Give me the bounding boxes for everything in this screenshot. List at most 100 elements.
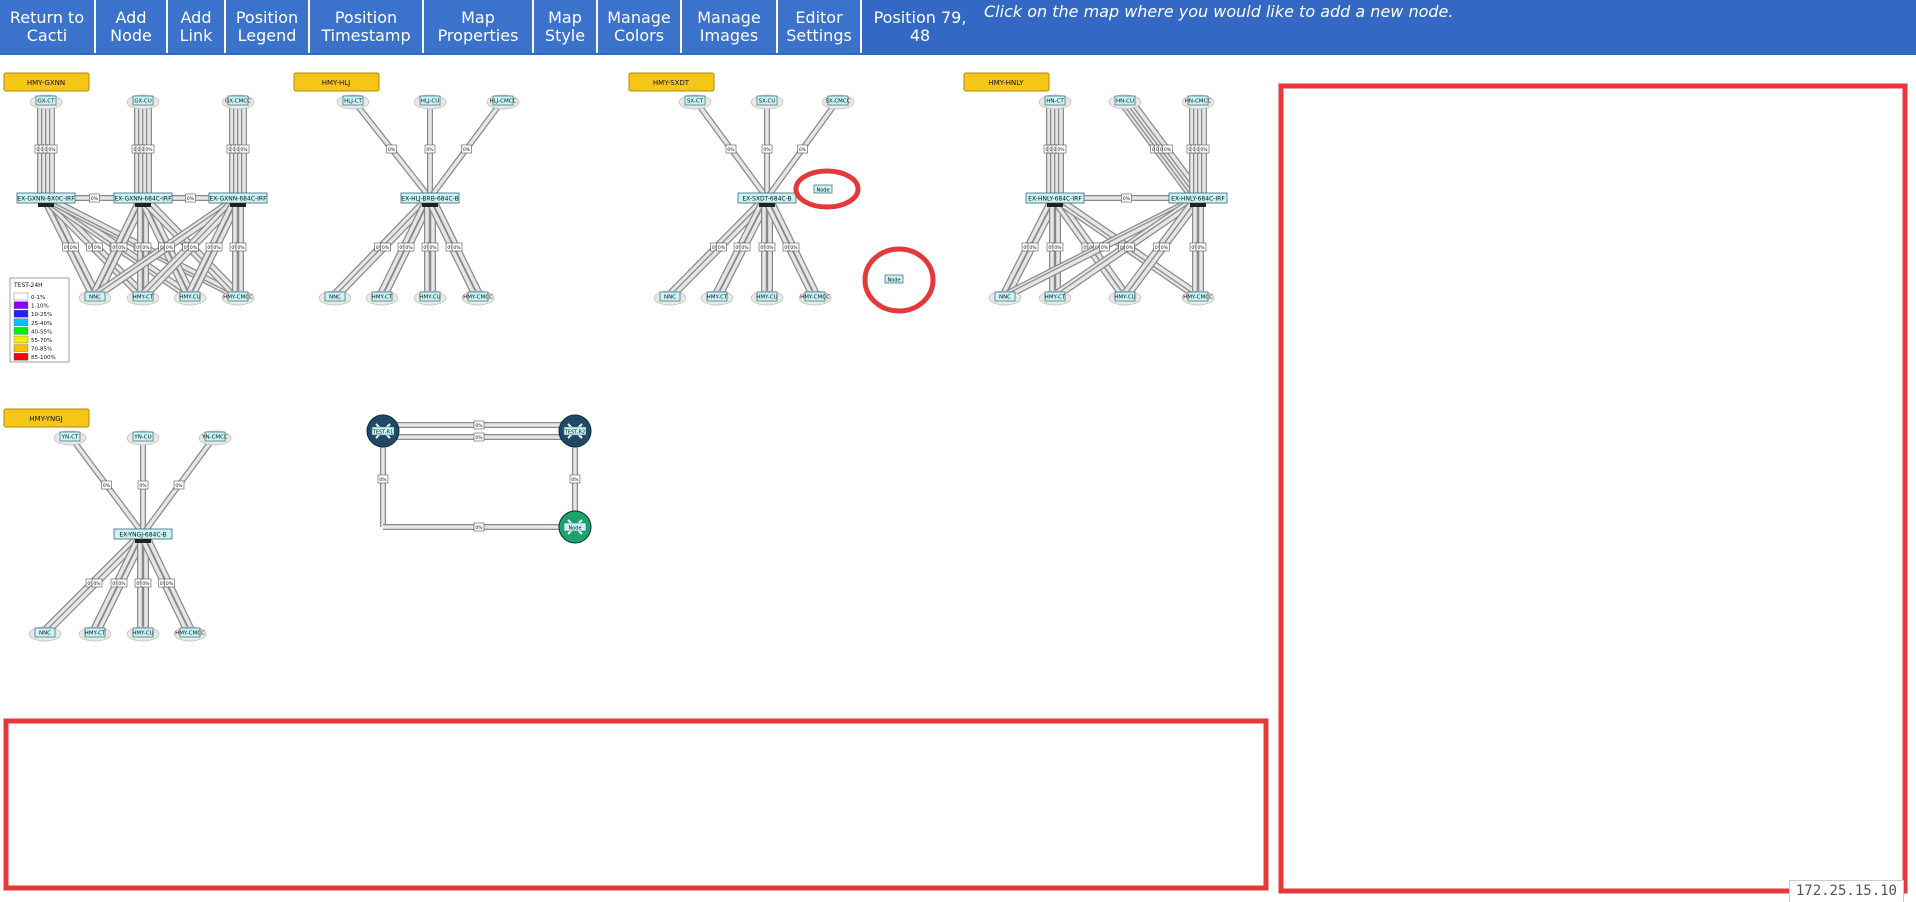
link-label: 0% [790, 245, 798, 251]
link-label: 0% [463, 147, 471, 153]
node-label: SX-CMCC [825, 99, 850, 105]
link-label: 0% [139, 483, 147, 489]
cloud-node: NNC [28, 626, 62, 642]
position-timestamp-button[interactable]: Position Timestamp [310, 0, 424, 53]
cloud-node: HLJ-CU [413, 94, 447, 110]
legend-swatch [13, 353, 29, 361]
legend-label: 25-40% [31, 321, 52, 327]
button-label: Timestamp [321, 25, 411, 45]
cloud-node: HMY-CT [365, 290, 399, 306]
button-label: Style [544, 25, 586, 45]
map-link: 0% [67, 434, 146, 536]
cloud-node: NNC [318, 290, 352, 306]
links-layer: 0% 0% 0% 0% 0% 0% 0% 0% 0% 0% 0% 0% 0% 0% 0% 0% 0% 0% 0% 0%… [34, 98, 1210, 635]
node-label: NNC [39, 631, 51, 637]
button-label: Editor [795, 7, 843, 27]
link-label: 0% [237, 245, 245, 251]
node-label: HMY-CMCC [463, 295, 493, 301]
map-timestamp[interactable]: 172.25.15.10 [1788, 880, 1904, 902]
node-label: HLJ-CMCC [490, 99, 517, 105]
highlight-rect-right [1278, 83, 1908, 894]
cloud-node: GX-CMCC [221, 94, 255, 110]
add-link-button[interactable]: Add Link [168, 0, 226, 53]
node-label: NNC [89, 295, 101, 301]
cloud-node: HMY-CT [78, 626, 112, 642]
weathermap-diagram[interactable]: 0% 0% 0% 0% 0% 0% 0% 0% 0% 0% 0% 0% 0% 0% 0% 0% 0% 0% 0% 0%… [0, 55, 1916, 902]
node-label: YN-CU [133, 435, 151, 441]
node-label: Node [816, 187, 829, 193]
button-label: Settings [786, 25, 852, 45]
link-label: 0% [1057, 147, 1065, 153]
map-link: 0% [761, 100, 773, 198]
node-label: EX-HLJ-BRB-684C-B [401, 196, 458, 203]
manage-colors-button[interactable]: Manage Colors [598, 0, 682, 53]
button-label: Legend [237, 25, 297, 45]
node-label: GX-CT [38, 99, 56, 105]
group-title-label: HMY-SXDT [653, 79, 690, 87]
map-link: 0% [350, 98, 433, 200]
button-label: Map [461, 7, 495, 27]
cloud-node: HMY-CT [126, 290, 160, 306]
node-label: HMY-CU [1114, 295, 1135, 301]
link-label: 0% [388, 147, 396, 153]
map-style-button[interactable]: Map Style [534, 0, 598, 53]
editor-settings-button[interactable]: Editor Settings [778, 0, 862, 53]
position-legend-button[interactable]: Position Legend [226, 0, 310, 53]
link-label: 0% [1101, 245, 1109, 251]
map-link: 0% [137, 436, 149, 534]
map-link: 0% [764, 98, 841, 200]
node-label: TEST-R1 [372, 429, 393, 435]
group-title-label: HMY-HNLY [988, 79, 1024, 87]
map-properties-button[interactable]: Map Properties [424, 0, 534, 53]
legend-label: 85-100% [31, 355, 56, 361]
cloud-node: HMY-CU [1108, 290, 1142, 306]
node-label: EX-GXNN-684C-IRF [209, 196, 267, 203]
button-label: Colors [613, 25, 665, 45]
legend-swatch [13, 292, 29, 301]
cloud-node: HMY-CMCC [798, 290, 832, 306]
link-label: 0% [1164, 147, 1172, 153]
cloud-node: HMY-CT [700, 290, 734, 306]
instruction-hint: Click on the map where you would like to… [984, 2, 1454, 21]
node-label: HMY-CU [756, 295, 777, 301]
node-status-bar [422, 203, 438, 207]
link-label: 0% [48, 147, 56, 153]
node-status-bar [135, 539, 151, 543]
link-label: 0% [118, 245, 126, 251]
map-link: 0% [430, 196, 484, 298]
node-label: Node [568, 525, 581, 531]
map-link: 0% [143, 532, 196, 634]
node-label: SX-CU [759, 99, 776, 105]
cloud-node: GX-CU [126, 94, 160, 110]
link-label: 0% [118, 581, 126, 587]
link-label: 0% [93, 581, 101, 587]
link-label: 0% [475, 423, 483, 429]
group-title-label: HMY-YNGJ [29, 415, 62, 423]
add-node-button[interactable]: Add Node [96, 0, 168, 53]
cloud-node: GX-CT [29, 94, 63, 110]
manage-images-button[interactable]: Manage Images [682, 0, 778, 53]
link-label: 0% [142, 581, 150, 587]
cloud-node: HMY-CMCC [221, 290, 255, 306]
map-canvas[interactable]: 0% 0% 0% 0% 0% 0% 0% 0% 0% 0% 0% 0% 0% 0% 0% 0% 0% 0% 0% 0%… [0, 55, 1916, 902]
button-label: Add [180, 7, 212, 27]
cloud-node: HMY-CU [413, 290, 447, 306]
node-label: HMY-CMCC [1183, 295, 1213, 301]
group-title: HMY-SXDT [628, 72, 715, 92]
group-title-label: HMY-HLJ [322, 79, 351, 87]
node-label: HMY-CMCC [175, 631, 205, 637]
link-label: 0% [718, 245, 726, 251]
node-label: HMY-CT [707, 295, 728, 301]
group-title: HMY-YNGJ [3, 408, 90, 428]
link-label: 0% [766, 245, 774, 251]
node-label: YN-CMCC [201, 435, 228, 441]
router-node: Node [558, 510, 592, 544]
link-label: 0% [1123, 196, 1131, 202]
group-title: HMY-GXNN [3, 72, 90, 92]
node-label: HMY-CT [372, 295, 393, 301]
button-label: Images [699, 25, 759, 45]
return-to-cacti-button[interactable]: Return to Cacti [0, 0, 96, 53]
link-label: 0% [727, 147, 735, 153]
map-link: 0% [424, 100, 436, 198]
map-link: 0% [767, 196, 821, 298]
